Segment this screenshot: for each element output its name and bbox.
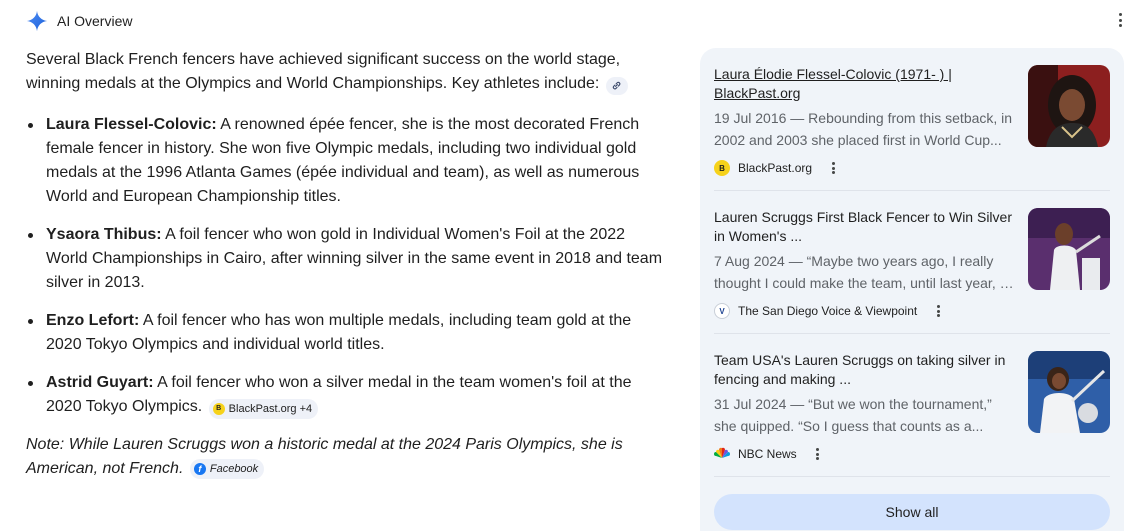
source-thumbnail[interactable] xyxy=(1028,208,1110,290)
source-options-icon[interactable] xyxy=(813,447,823,461)
source-chip-label: Facebook xyxy=(209,463,259,475)
source-thumbnail[interactable] xyxy=(1028,351,1110,433)
facebook-icon: f xyxy=(193,463,206,475)
athlete-name: Astrid Guyart: xyxy=(46,374,154,391)
source-site-name: The San Diego Voice & Viewpoint xyxy=(738,304,918,318)
gemini-spark-icon xyxy=(26,10,48,32)
note-text: Note: While Lauren Scruggs won a histori… xyxy=(26,436,623,477)
source-site: NBC News xyxy=(714,445,1014,463)
list-item: Enzo Lefort: A foil fencer who has won m… xyxy=(26,309,666,357)
divider xyxy=(714,190,1110,191)
link-icon xyxy=(613,81,621,90)
source-chip-facebook[interactable]: f Facebook xyxy=(189,459,265,479)
blackpast-favicon: B xyxy=(714,160,730,176)
note-paragraph: Note: While Lauren Scruggs won a histori… xyxy=(26,433,666,481)
divider xyxy=(714,476,1110,477)
source-snippet: 31 Jul 2024 — “But we won the tournament… xyxy=(714,396,992,434)
sources-panel: Laura Élodie Flessel-Colovic (1971- ) | … xyxy=(700,48,1124,531)
sandiego-voice-favicon: V xyxy=(714,303,730,319)
source-title[interactable]: Team USA's Lauren Scruggs on taking silv… xyxy=(714,351,1014,389)
source-options-icon[interactable] xyxy=(933,304,943,318)
source-site-name: BlackPast.org xyxy=(738,161,813,175)
intro-text: Several Black French fencers have achiev… xyxy=(26,51,621,92)
list-item: Ysaora Thibus: A foil fencer who won gol… xyxy=(26,223,666,295)
source-site: B BlackPast.org xyxy=(714,159,1014,177)
ai-overview-header: AI Overview xyxy=(26,9,132,33)
overview-content: Several Black French fencers have achiev… xyxy=(26,48,666,481)
link-chip[interactable] xyxy=(605,76,628,95)
source-chip-label: BlackPast.org +4 xyxy=(228,403,313,415)
source-snippet: 19 Jul 2016 — Rebounding from this setba… xyxy=(714,110,1013,148)
source-site: V The San Diego Voice & Viewpoint xyxy=(714,302,1014,320)
source-card[interactable]: Laura Élodie Flessel-Colovic (1971- ) | … xyxy=(714,65,1110,205)
source-card[interactable]: Team USA's Lauren Scruggs on taking silv… xyxy=(714,351,1110,491)
source-thumbnail[interactable] xyxy=(1028,65,1110,147)
athletes-list: Laura Flessel-Colovic: A renowned épée f… xyxy=(26,113,666,419)
source-site-name: NBC News xyxy=(738,447,797,461)
list-item: Laura Flessel-Colovic: A renowned épée f… xyxy=(26,113,666,209)
source-options-icon[interactable] xyxy=(828,161,838,175)
athlete-name: Enzo Lefort: xyxy=(46,312,140,329)
source-snippet: 7 Aug 2024 — “Maybe two years ago, I rea… xyxy=(714,253,1014,291)
blackpast-favicon: B xyxy=(212,403,225,415)
ai-overview-title: AI Overview xyxy=(57,13,133,29)
source-title[interactable]: Lauren Scruggs First Black Fencer to Win… xyxy=(714,208,1014,246)
intro-paragraph: Several Black French fencers have achiev… xyxy=(26,48,666,96)
divider xyxy=(714,333,1110,334)
nbc-peacock-icon xyxy=(714,447,730,458)
source-chip-blackpast[interactable]: B BlackPast.org +4 xyxy=(208,399,319,419)
show-all-button[interactable]: Show all xyxy=(714,494,1110,530)
source-card[interactable]: Lauren Scruggs First Black Fencer to Win… xyxy=(714,208,1110,348)
athlete-name: Ysaora Thibus: xyxy=(46,226,162,243)
athlete-name: Laura Flessel-Colovic: xyxy=(46,116,217,133)
list-item: Astrid Guyart: A foil fencer who won a s… xyxy=(26,371,666,419)
more-options-icon[interactable] xyxy=(1117,12,1123,28)
source-title[interactable]: Laura Élodie Flessel-Colovic (1971- ) | … xyxy=(714,65,1014,103)
